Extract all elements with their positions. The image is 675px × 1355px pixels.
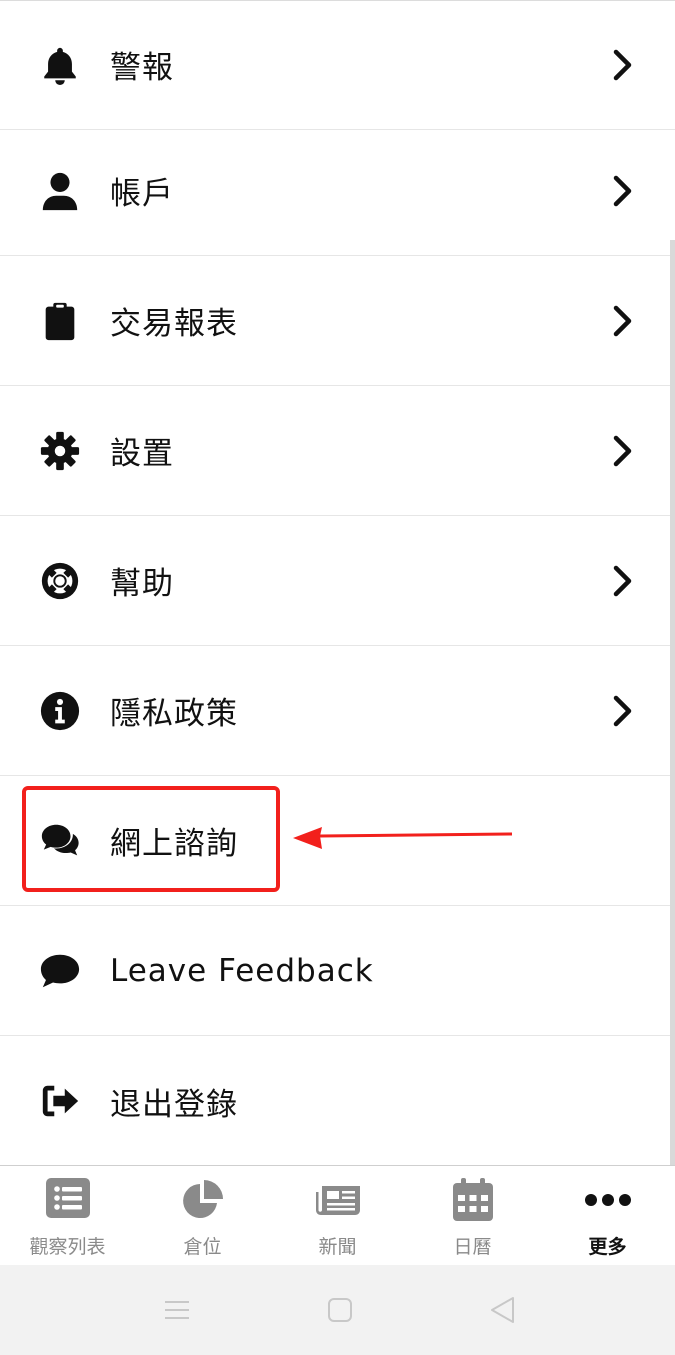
bottom-tab-bar: 觀察列表 倉位 新聞 日曆 更多 xyxy=(0,1165,675,1265)
menu-item-settings[interactable]: 設置 xyxy=(0,386,675,516)
tab-label: 更多 xyxy=(588,1236,627,1258)
more-dots-icon xyxy=(584,1176,632,1224)
tab-calendar[interactable]: 日曆 xyxy=(405,1166,540,1266)
sign-out-icon xyxy=(38,1079,82,1123)
info-icon xyxy=(38,689,82,733)
user-icon xyxy=(38,169,82,213)
home-square-icon[interactable] xyxy=(325,1295,355,1325)
menu-icon[interactable] xyxy=(162,1295,192,1325)
menu-item-label: 設置 xyxy=(110,436,174,472)
menu-item-privacy-policy[interactable]: 隱私政策 xyxy=(0,646,675,776)
menu-item-label: 帳戶 xyxy=(110,176,174,212)
menu-item-label: Leave Feedback xyxy=(110,952,374,989)
menu-item-trade-reports[interactable]: 交易報表 xyxy=(0,256,675,386)
scrollbar[interactable] xyxy=(670,240,675,1165)
calendar-icon xyxy=(449,1176,497,1224)
menu-item-logout[interactable]: 退出登錄 xyxy=(0,1036,675,1166)
chevron-right-icon xyxy=(610,47,636,83)
chevron-right-icon xyxy=(610,303,636,339)
tab-news[interactable]: 新聞 xyxy=(270,1166,405,1266)
gear-icon xyxy=(38,429,82,473)
list-icon xyxy=(44,1176,92,1224)
lifebuoy-icon xyxy=(38,559,82,603)
tab-more[interactable]: 更多 xyxy=(540,1166,675,1266)
clipboard-icon xyxy=(38,299,82,343)
tab-label: 觀察列表 xyxy=(29,1236,106,1258)
newspaper-icon xyxy=(314,1176,362,1224)
menu-item-label: 隱私政策 xyxy=(110,696,238,732)
tab-watchlist[interactable]: 觀察列表 xyxy=(0,1166,135,1266)
tab-positions[interactable]: 倉位 xyxy=(135,1166,270,1266)
menu-item-help[interactable]: 幫助 xyxy=(0,516,675,646)
system-navigation-bar xyxy=(0,1265,675,1355)
menu-item-label: 交易報表 xyxy=(110,306,238,342)
menu-item-label: 退出登錄 xyxy=(110,1086,238,1123)
tab-label: 日曆 xyxy=(453,1236,492,1258)
chevron-right-icon xyxy=(610,563,636,599)
chevron-right-icon xyxy=(610,433,636,469)
back-triangle-icon[interactable] xyxy=(488,1295,518,1325)
annotation-arrow-icon xyxy=(293,827,513,849)
menu-item-label: 幫助 xyxy=(110,566,174,602)
bell-icon xyxy=(38,43,82,87)
pie-chart-icon xyxy=(179,1176,227,1224)
chevron-right-icon xyxy=(610,693,636,729)
chevron-right-icon xyxy=(610,173,636,209)
menu-item-account[interactable]: 帳戶 xyxy=(0,126,675,256)
tab-label: 倉位 xyxy=(183,1236,222,1258)
menu-item-leave-feedback[interactable]: Leave Feedback xyxy=(0,906,675,1036)
tab-label: 新聞 xyxy=(318,1236,357,1258)
comment-icon xyxy=(38,949,82,993)
menu-item-alerts[interactable]: 警報 xyxy=(0,0,675,130)
annotation-highlight-box xyxy=(22,786,280,892)
menu-item-label: 警報 xyxy=(110,50,174,86)
